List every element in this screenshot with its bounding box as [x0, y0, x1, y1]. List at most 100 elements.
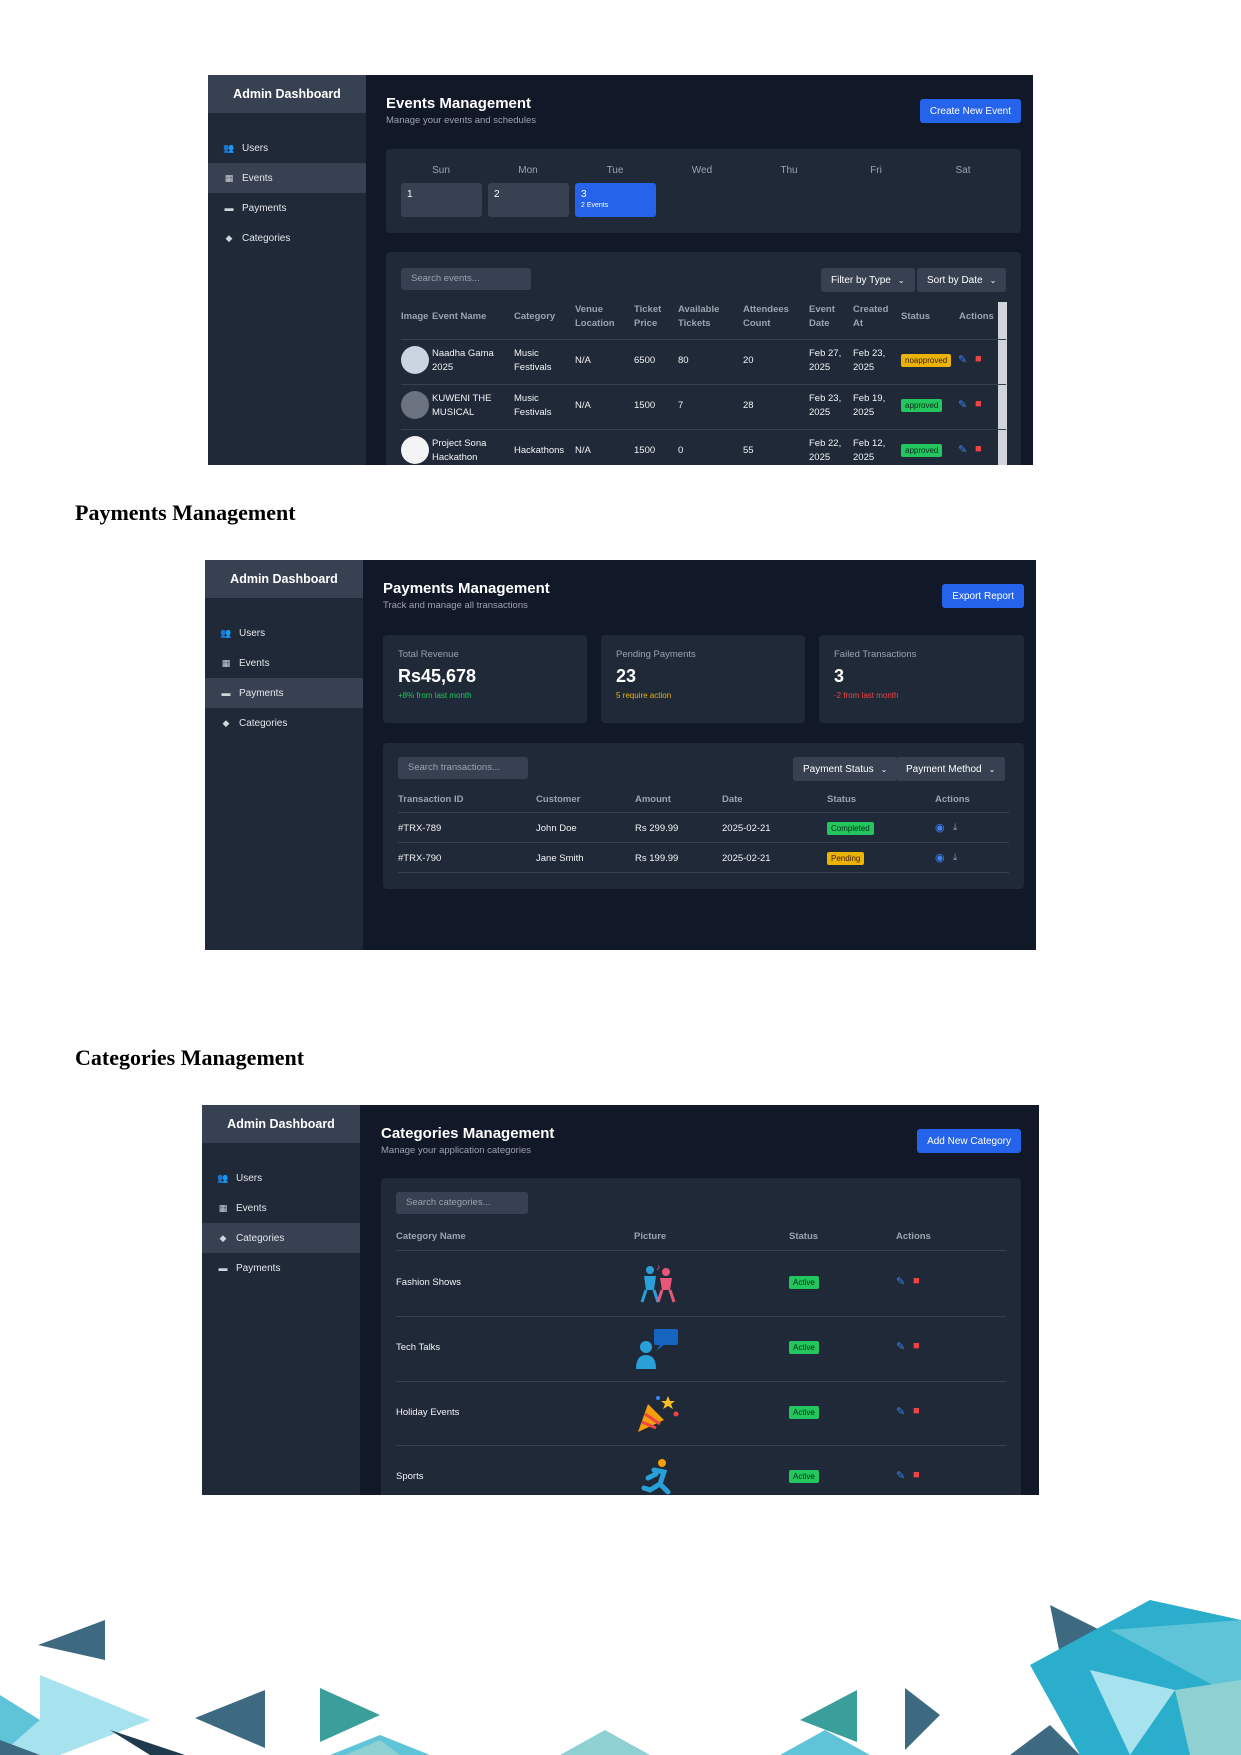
- export-report-button[interactable]: Export Report: [942, 584, 1024, 608]
- edit-icon[interactable]: ✎: [896, 1275, 905, 1288]
- status-badge: Active: [789, 1406, 819, 1419]
- sidebar-item-events[interactable]: ▦ Events: [202, 1193, 360, 1223]
- event-venue: N/A: [575, 445, 591, 456]
- payment-method-select[interactable]: Payment Method ⌄: [896, 757, 1006, 781]
- amount: Rs 199.99: [635, 853, 679, 864]
- events-screenshot: Admin Dashboard 👥 Users ▦ Events ▬ Payments…: [208, 75, 1033, 465]
- users-icon: 👥: [223, 142, 235, 153]
- calendar-card: Sun Mon Tue Wed Thu Fri Sat 1 2 3 2 Event…: [386, 149, 1021, 233]
- sidebar-item-users[interactable]: 👥 Users: [205, 618, 363, 648]
- add-category-button[interactable]: Add New Category: [917, 1129, 1021, 1153]
- download-icon[interactable]: ⤓: [953, 821, 957, 835]
- transactions-card: Search transactions... Payment Status ⌄ P…: [383, 743, 1024, 889]
- sidebar-title: Admin Dashboard: [208, 75, 366, 113]
- status-badge: Active: [789, 1470, 819, 1483]
- trash-icon[interactable]: ■: [975, 443, 982, 455]
- sidebar-item-label: Events: [242, 172, 273, 184]
- sidebar-item-events[interactable]: ▦ Events: [208, 163, 366, 193]
- column-header: Status: [789, 1231, 819, 1242]
- sidebar-item-categories[interactable]: ◆ Categories: [202, 1223, 360, 1253]
- trash-icon[interactable]: ■: [975, 353, 982, 365]
- ticket-price: 1500: [634, 400, 656, 411]
- stat-card-revenue: Total Revenue Rs45,678 +8% from last mon…: [383, 635, 587, 723]
- sidebar-item-users[interactable]: 👥 Users: [208, 133, 366, 163]
- tags-icon: ◆: [222, 717, 230, 728]
- column-header: Actions: [896, 1231, 931, 1242]
- status-badge: approved: [901, 444, 943, 457]
- created-at: Feb 19, 2025: [853, 393, 886, 418]
- day-label: Tue: [606, 165, 624, 176]
- column-header: Ticket Price: [634, 304, 662, 329]
- calendar-icon: ▦: [221, 657, 231, 668]
- day-label: Sat: [955, 165, 971, 176]
- sidebar-item-categories[interactable]: ◆ Categories: [208, 223, 366, 253]
- stat-note: +8% from last month: [398, 691, 472, 700]
- edit-icon[interactable]: ✎: [896, 1340, 905, 1353]
- column-header: Actions: [959, 311, 994, 322]
- edit-icon[interactable]: ✎: [896, 1469, 905, 1482]
- trash-icon[interactable]: ■: [913, 1275, 920, 1287]
- available-tickets: 7: [678, 400, 684, 411]
- sidebar-item-label: Payments: [242, 202, 287, 214]
- trash-icon[interactable]: ■: [975, 398, 982, 410]
- search-input[interactable]: Search transactions...: [398, 757, 528, 779]
- edit-icon[interactable]: ✎: [896, 1405, 905, 1418]
- payment-status-select[interactable]: Payment Status ⌄: [793, 757, 898, 781]
- event-venue: N/A: [575, 355, 591, 366]
- event-name: Project Sona Hackathon: [432, 438, 487, 463]
- sidebar-item-users[interactable]: 👥 Users: [202, 1163, 360, 1193]
- select-label: Sort by Date: [927, 274, 983, 286]
- event-date: Feb 27, 2025: [809, 348, 842, 373]
- party-popper-picture: [638, 1396, 679, 1432]
- event-image: [401, 436, 429, 464]
- ticket-price: 1500: [634, 445, 656, 456]
- eye-icon[interactable]: ◉: [935, 821, 945, 834]
- sidebar: Admin Dashboard 👥 Users ▦ Events ◆ Categori…: [202, 1105, 360, 1495]
- download-icon[interactable]: ⤓: [953, 851, 957, 865]
- row-divider: [398, 812, 1009, 813]
- filter-type-select[interactable]: Filter by Type ⌄: [821, 268, 915, 292]
- column-header: Available Tickets: [678, 304, 720, 329]
- tags-icon: ◆: [225, 232, 233, 243]
- edit-icon[interactable]: ✎: [958, 353, 967, 366]
- sidebar-item-payments[interactable]: ▬ Payments: [205, 678, 363, 708]
- sidebar-item-label: Users: [242, 142, 269, 154]
- trash-icon[interactable]: ■: [913, 1469, 920, 1481]
- event-image: [401, 346, 429, 374]
- sidebar-item-categories[interactable]: ◆ Categories: [205, 708, 363, 738]
- sidebar-item-label: Categories: [236, 1232, 285, 1244]
- sort-date-select[interactable]: Sort by Date ⌄: [917, 268, 1007, 292]
- calendar-day-cell[interactable]: 1: [401, 183, 482, 217]
- status-badge: approved: [901, 399, 943, 412]
- attendees-count: 20: [743, 355, 754, 366]
- edit-icon[interactable]: ✎: [958, 398, 967, 411]
- column-header: Image: [401, 311, 429, 322]
- calendar-day-cell[interactable]: 3 2 Events: [575, 183, 656, 217]
- create-event-button[interactable]: Create New Event: [919, 99, 1021, 123]
- row-divider: [398, 872, 1009, 873]
- trash-icon[interactable]: ■: [913, 1405, 920, 1417]
- eye-icon[interactable]: ◉: [935, 851, 945, 864]
- sidebar-item-payments[interactable]: ▬ Payments: [202, 1253, 360, 1283]
- sidebar-item-payments[interactable]: ▬ Payments: [208, 193, 366, 223]
- stat-card-failed: Failed Transactions 3 -2 from last month: [819, 635, 1024, 723]
- date: 2025-02-21: [722, 853, 771, 864]
- day-label: Wed: [691, 165, 713, 176]
- sidebar-item-label: Payments: [239, 687, 284, 699]
- stat-card-pending: Pending Payments 23 5 require action: [601, 635, 805, 723]
- customer-name: John Doe: [536, 823, 577, 834]
- calendar-day-cell[interactable]: 2: [488, 183, 569, 217]
- sidebar-item-events[interactable]: ▦ Events: [205, 648, 363, 678]
- column-header: Created At: [853, 304, 889, 329]
- page-title: Payments Management: [383, 580, 550, 597]
- search-input[interactable]: Search categories...: [396, 1192, 528, 1214]
- payments-screenshot: Admin Dashboard 👥 Users ▦ Events ▬ Payments…: [205, 560, 1036, 950]
- ticket-price: 6500: [634, 355, 656, 366]
- edit-icon[interactable]: ✎: [958, 443, 967, 456]
- trash-icon[interactable]: ■: [913, 1340, 920, 1352]
- stat-value: 23: [616, 666, 637, 686]
- sidebar: Admin Dashboard 👥 Users ▦ Events ▬ Payments…: [208, 75, 366, 465]
- search-input[interactable]: Search events...: [401, 268, 531, 290]
- sidebar-title: Admin Dashboard: [205, 560, 363, 598]
- event-category: Hackathons: [514, 445, 565, 456]
